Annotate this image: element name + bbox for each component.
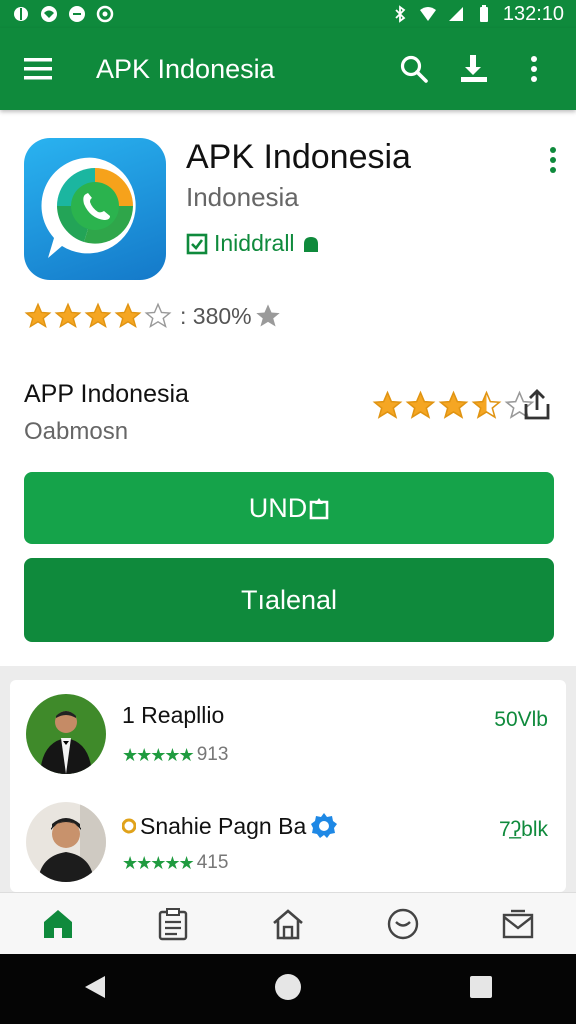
check-box-icon — [186, 233, 208, 254]
star-half-icon — [471, 390, 502, 419]
menu-button[interactable] — [24, 53, 56, 85]
nav-home[interactable] — [28, 894, 88, 954]
home-filled-icon — [43, 909, 72, 938]
nav-messages[interactable] — [488, 894, 548, 954]
recents-button[interactable] — [469, 975, 493, 1004]
list-item-size: 7ʔ̲blk — [498, 818, 548, 841]
app-bar-title: APK Indonesia — [96, 53, 275, 84]
avatar — [26, 694, 106, 774]
nav-apps[interactable] — [258, 894, 318, 954]
status-time: 132:10 — [502, 2, 564, 25]
install-button-label: UND — [248, 492, 308, 523]
back-button[interactable] — [83, 974, 107, 1005]
app-developer: Indonesia — [186, 182, 299, 212]
back-triangle-icon — [85, 975, 105, 998]
search-icon — [400, 55, 428, 83]
share-icon — [524, 389, 550, 420]
system-navigation-bar — [0, 954, 576, 1024]
list-item-size: 50Vlb — [494, 708, 548, 731]
download-icon — [461, 55, 487, 82]
open-button-label: Tıalenal — [240, 584, 338, 615]
mini-star-rating: ★★★★★ — [122, 852, 195, 873]
star-rating — [24, 302, 172, 330]
star-full-icon — [54, 302, 82, 329]
app-rating: : 380% — [24, 302, 282, 330]
download-box-icon — [309, 498, 329, 520]
whatsapp-style-logo-icon — [41, 157, 136, 258]
overflow-menu-button[interactable] — [516, 51, 552, 87]
star-full-icon — [405, 390, 436, 419]
list-item[interactable]: Snahie Pagn Ba ★★★★★ 415 7ʔ̲blk — [10, 788, 566, 892]
app-icon[interactable] — [24, 138, 166, 280]
home-button[interactable] — [273, 972, 303, 1007]
download-button[interactable] — [456, 51, 492, 87]
search-button[interactable] — [396, 51, 432, 87]
list-item-count: 415 — [196, 852, 229, 873]
status-bar: 132:10 — [0, 0, 576, 28]
list-item-title: Snahie Pagn Ba — [140, 812, 307, 839]
message-icon — [69, 6, 85, 22]
nav-favorites[interactable] — [373, 894, 433, 954]
menu-icon — [24, 58, 52, 80]
android-icon — [303, 236, 318, 252]
home-outline-icon — [273, 908, 303, 939]
star-full-icon — [372, 390, 403, 419]
avatar — [26, 802, 106, 882]
list-item[interactable]: 1 Reapllio ★★★★★ 913 50Vlb — [10, 680, 566, 788]
signal-icon — [448, 7, 463, 21]
bottom-navigation — [0, 892, 576, 954]
mini-star-rating: ★★★★★ — [122, 744, 195, 765]
open-button[interactable]: Tıalenal — [24, 558, 554, 642]
installed-label: Iniddrall — [214, 230, 295, 256]
app-options-button[interactable] — [548, 146, 558, 179]
recents-square-icon — [470, 975, 492, 998]
person-avatar-icon — [40, 711, 92, 774]
more-vert-icon — [550, 147, 556, 173]
secondary-app-title: APP Indonesia — [24, 380, 189, 408]
heart-badge-icon — [387, 908, 419, 939]
more-vert-icon — [531, 56, 537, 82]
list-item-title: 1 Reapllio — [122, 702, 225, 728]
nav-list[interactable] — [143, 894, 203, 954]
rating-percent: : 380% — [180, 302, 252, 329]
star-icon — [255, 304, 280, 327]
person-avatar-icon — [38, 802, 106, 882]
bluetooth-icon — [395, 5, 406, 23]
app-title: APK Indonesia — [186, 138, 411, 176]
notification-icon — [14, 7, 28, 21]
review-list: 1 Reapllio ★★★★★ 913 50Vlb Snahie Pagn B… — [10, 680, 566, 892]
home-circle-icon — [275, 973, 301, 1000]
list-item-title-row: Snahie Pagn Ba — [122, 812, 338, 840]
clipboard-icon — [158, 907, 187, 940]
list-item-meta: ★★★★★ 913 — [122, 744, 228, 766]
star-full-icon — [24, 302, 52, 329]
verified-badge-icon — [311, 813, 338, 838]
secondary-star-rating — [372, 390, 535, 421]
wifi-icon — [419, 7, 436, 21]
star-full-icon — [84, 302, 112, 329]
mail-icon — [503, 909, 534, 938]
app-bar: APK Indonesia — [0, 28, 576, 110]
star-full-icon — [438, 390, 469, 419]
battery-icon — [479, 5, 488, 22]
star-full-icon — [114, 302, 142, 329]
star-empty-icon — [144, 302, 172, 329]
secondary-app-subtitle: Oabmosn — [24, 418, 129, 445]
coin-icon — [122, 818, 136, 834]
share-button[interactable] — [522, 388, 552, 427]
wifi-notification-icon — [41, 6, 57, 22]
sync-icon — [96, 5, 114, 23]
install-button[interactable]: UND — [24, 472, 554, 544]
installed-status: Iniddrall — [186, 230, 321, 257]
list-item-count: 913 — [196, 744, 229, 765]
list-item-meta: ★★★★★ 415 — [122, 852, 228, 874]
app-detail-card: APK Indonesia Indonesia Iniddrall : 380%… — [0, 110, 576, 666]
